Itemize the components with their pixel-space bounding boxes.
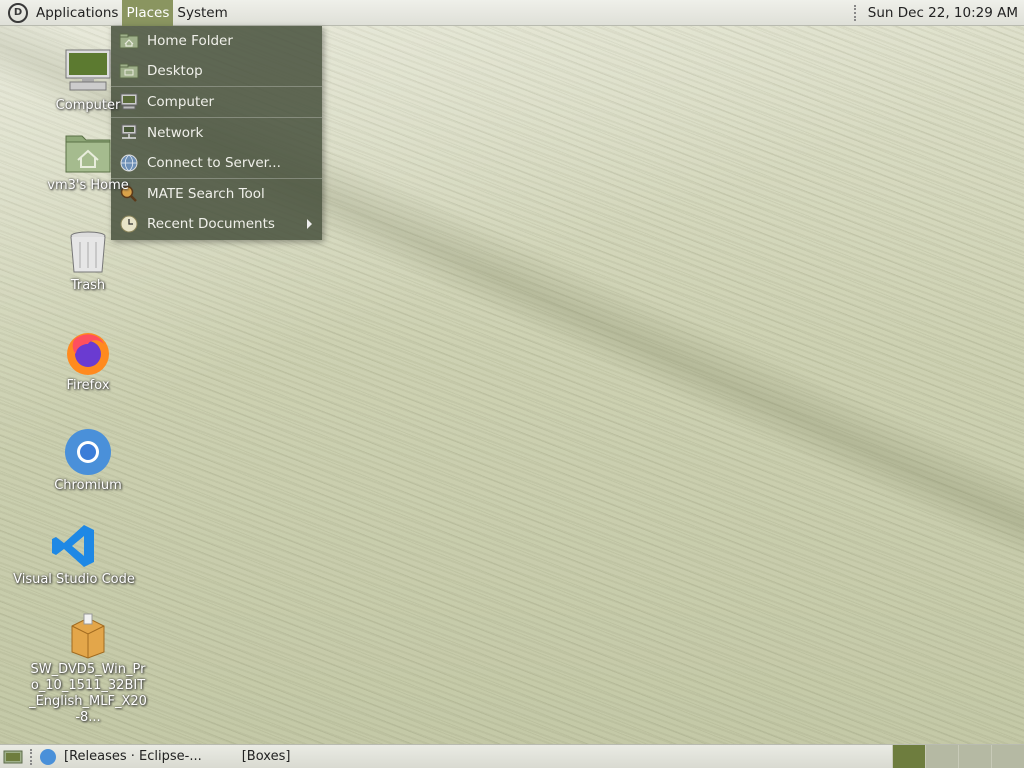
desktop-icon-label: Chromium [54, 478, 122, 493]
taskbar-item[interactable]: [Boxes] [236, 746, 297, 768]
desktop-icon-label: SW_DVD5_Win_Pro_10_1511_32BIT_English_ML… [29, 662, 147, 725]
desktop-icon-label: Firefox [66, 378, 110, 393]
show-desktop-button[interactable] [2, 748, 24, 766]
bottom-panel: [Releases · Eclipse-... [Boxes] [0, 744, 1024, 768]
desktop-icon-label: vm3's Home [47, 178, 129, 193]
desktop-icon-firefox[interactable]: Firefox [18, 328, 158, 394]
browser-icon [40, 748, 56, 765]
taskbar-item-label: [Releases · Eclipse-... [64, 749, 202, 764]
workspace-2[interactable] [925, 744, 958, 768]
applications-menu[interactable]: Applications [32, 0, 122, 26]
desktop-icon-label: Visual Studio Code [13, 572, 135, 587]
clock[interactable]: Sun Dec 22, 10:29 AM [858, 5, 1024, 21]
trash-icon [64, 228, 112, 276]
system-menu[interactable]: System [173, 0, 231, 26]
computer-icon [64, 48, 112, 96]
home-folder-icon [64, 128, 112, 176]
firefox-icon [64, 328, 112, 376]
package-icon [64, 612, 112, 660]
show-desktop-icon [3, 750, 23, 763]
taskbar-item[interactable]: [Releases · Eclipse-... [34, 746, 208, 768]
desktop-icon-home[interactable]: vm3's Home [18, 128, 158, 194]
desktop-icon-trash[interactable]: Trash [18, 228, 158, 294]
submenu-arrow-icon [307, 219, 312, 229]
mate-logo-icon[interactable]: D [8, 2, 28, 23]
desktop-icon-label: Trash [70, 278, 106, 293]
desktop-icon-chromium[interactable]: Chromium [18, 428, 158, 494]
desktop-icon-iso-file[interactable]: SW_DVD5_Win_Pro_10_1511_32BIT_English_ML… [18, 612, 158, 726]
chromium-icon [64, 428, 112, 476]
desktop-icon-vscode[interactable]: Visual Studio Code [4, 522, 144, 588]
vscode-icon [50, 522, 98, 570]
menu-item-label: MATE Search Tool [147, 186, 265, 202]
workspace-switcher [892, 744, 1024, 768]
workspace-3[interactable] [958, 744, 991, 768]
taskbar-item-label: [Boxes] [241, 749, 291, 764]
places-menu[interactable]: Places [122, 0, 174, 26]
menu-item-label: Home Folder [147, 33, 233, 49]
menu-item-label: Recent Documents [147, 216, 275, 232]
desktop-icon-label: Computer [55, 98, 121, 113]
desktop-icon-computer[interactable]: Computer [18, 48, 158, 114]
menu-item-label: Connect to Server... [147, 155, 281, 171]
top-panel: D Applications Places System Sun Dec 22,… [0, 0, 1024, 26]
workspace-4[interactable] [991, 744, 1024, 768]
workspace-1[interactable] [892, 744, 925, 768]
